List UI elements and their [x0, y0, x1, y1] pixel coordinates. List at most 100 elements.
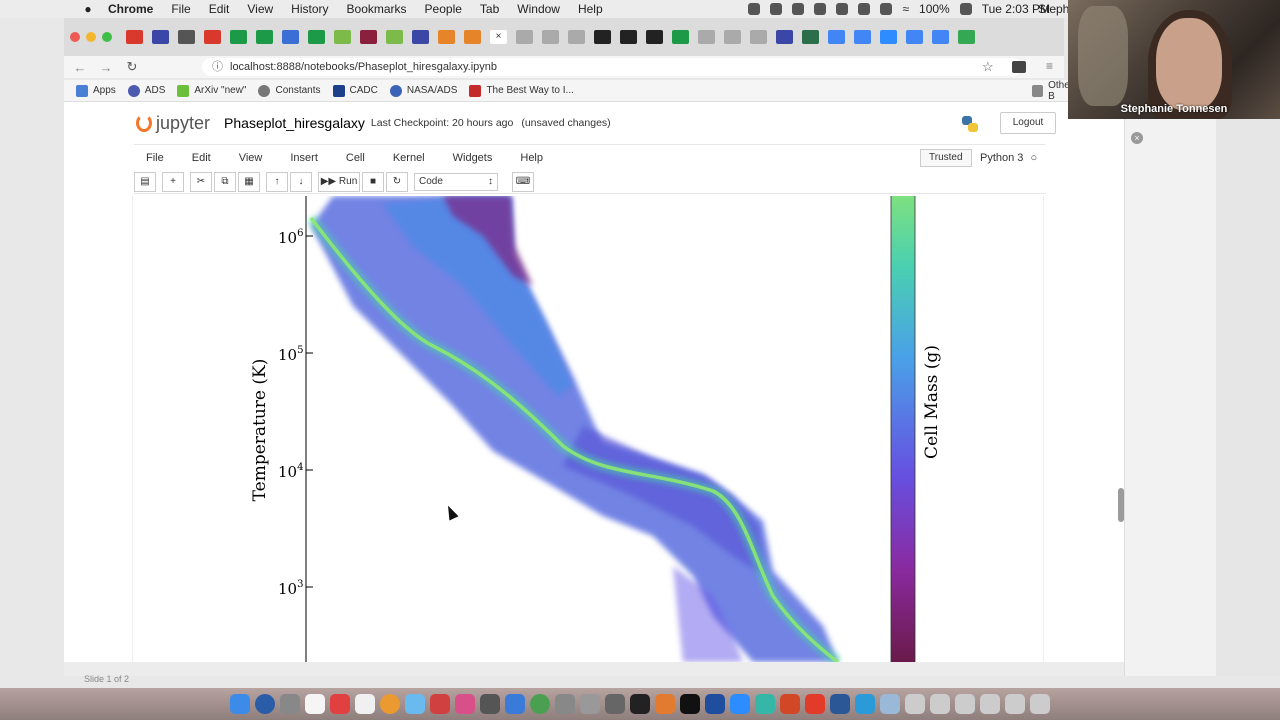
blocked-icon[interactable] [430, 694, 450, 714]
menu-history[interactable]: History [291, 2, 328, 16]
menu-tab[interactable]: Tab [480, 2, 499, 16]
dropbox-icon[interactable] [748, 3, 761, 15]
jupyter-logo[interactable]: jupyter [136, 113, 210, 134]
folder-dock-icon[interactable] [1005, 694, 1025, 714]
tab-refresh-icon[interactable] [386, 30, 403, 44]
tab-camera-icon[interactable] [178, 30, 195, 44]
menu-file[interactable]: File [171, 2, 190, 16]
extension-icon[interactable] [1012, 61, 1026, 73]
bookmark-star-icon[interactable]: ☆ [982, 59, 994, 75]
tab-refresh-icon[interactable] [334, 30, 351, 44]
sync-icon[interactable] [814, 3, 827, 15]
bookmark-apps[interactable]: Apps [76, 84, 116, 97]
menu-window[interactable]: Window [517, 2, 560, 16]
insert-cell-button[interactable]: + [162, 171, 184, 192]
bookmark-best-way[interactable]: The Best Way to I... [469, 84, 574, 97]
tab-github-icon[interactable] [620, 30, 637, 44]
launchpad-icon[interactable] [280, 694, 300, 714]
back-icon[interactable]: ← [70, 60, 90, 75]
move-up-button[interactable]: ↑ [266, 171, 288, 192]
tab-yt-icon[interactable] [568, 30, 585, 44]
acrobat-icon[interactable] [805, 694, 825, 714]
app-icon[interactable] [755, 694, 775, 714]
close-window-icon[interactable] [70, 32, 80, 42]
tab-ads-icon[interactable] [776, 30, 793, 44]
bookmark-nasa-ads[interactable]: NASA/ADS [389, 84, 457, 97]
url-bar[interactable]: ⓘ localhost:8888/notebooks/Phaseplot_hir… [202, 58, 1022, 76]
chrome-icon[interactable] [530, 694, 550, 714]
app-store-icon[interactable] [505, 694, 525, 714]
tab-map-icon[interactable] [802, 30, 819, 44]
menubar-user[interactable]: Steph [1038, 2, 1069, 16]
nb-menu-file[interactable]: File [146, 152, 164, 164]
run-button[interactable]: ▶▶ Run [318, 171, 360, 192]
cut-button[interactable]: ✂ [190, 171, 212, 192]
zoom-window-icon[interactable] [102, 32, 112, 42]
tab-calendar-icon[interactable] [282, 30, 299, 44]
tab-jupyter-icon[interactable] [464, 30, 481, 44]
forward-icon[interactable]: → [96, 60, 116, 75]
activity-icon[interactable] [605, 694, 625, 714]
terminal-icon[interactable] [680, 694, 700, 714]
notes-icon[interactable] [305, 694, 325, 714]
tab-github-icon[interactable] [594, 30, 611, 44]
nb-menu-edit[interactable]: Edit [192, 152, 211, 164]
tab-ads-icon[interactable] [152, 30, 169, 44]
screen-icon[interactable] [836, 3, 849, 15]
cell-type-select[interactable]: Code ↕ [414, 172, 498, 191]
apple-menu-icon[interactable]: ● [78, 2, 98, 16]
nb-menu-kernel[interactable]: Kernel [393, 152, 425, 164]
tab-close-icon[interactable]: × [490, 30, 507, 44]
menu-app-name[interactable]: Chrome [108, 2, 153, 16]
bookmark-cadc[interactable]: CADC [332, 84, 378, 97]
search-app-icon[interactable] [705, 694, 725, 714]
calendar-status-icon[interactable] [858, 3, 871, 15]
finder-icon[interactable] [230, 694, 250, 714]
tab-maps-icon[interactable] [958, 30, 975, 44]
bookmark-constants[interactable]: Constants [258, 84, 321, 97]
copy-button[interactable]: ⧉ [214, 171, 236, 192]
skype-app-icon[interactable] [855, 694, 875, 714]
move-down-button[interactable]: ↓ [290, 171, 312, 192]
firefox-icon[interactable] [655, 694, 675, 714]
extension-menu-icon[interactable]: ≡ [1046, 59, 1053, 73]
folder-dock-icon[interactable] [955, 694, 975, 714]
site-info-icon[interactable]: ⓘ [212, 58, 223, 76]
logout-button[interactable]: Logout [1000, 112, 1056, 134]
calendar-icon[interactable] [330, 694, 350, 714]
tab-yt-icon[interactable] [516, 30, 533, 44]
keyboard-status-icon[interactable] [880, 3, 893, 15]
tab-sheets-icon[interactable] [672, 30, 689, 44]
tab-jupyter-icon[interactable] [438, 30, 455, 44]
word-icon[interactable] [830, 694, 850, 714]
folder-dock-icon[interactable] [905, 694, 925, 714]
interrupt-button[interactable]: ■ [362, 171, 384, 192]
nb-menu-widgets[interactable]: Widgets [453, 152, 493, 164]
preview-icon[interactable] [555, 694, 575, 714]
close-panel-icon[interactable]: × [1131, 132, 1143, 144]
tab-hex-icon[interactable] [360, 30, 377, 44]
menu-view[interactable]: View [247, 2, 273, 16]
settings-icon[interactable] [480, 694, 500, 714]
trash-icon[interactable] [1030, 694, 1050, 714]
powerpoint-icon[interactable] [780, 694, 800, 714]
tab-ads-icon[interactable] [412, 30, 429, 44]
minimize-window-icon[interactable] [86, 32, 96, 42]
paste-button[interactable]: ▦ [238, 171, 260, 192]
tab-sheets-icon[interactable] [308, 30, 325, 44]
page-scrollbar-thumb[interactable] [1118, 488, 1124, 522]
tab-yt-icon[interactable] [724, 30, 741, 44]
nb-menu-cell[interactable]: Cell [346, 152, 365, 164]
safari-icon[interactable] [255, 694, 275, 714]
reload-icon[interactable]: ↻ [122, 59, 142, 75]
zoom-app-icon[interactable] [730, 694, 750, 714]
chrome-status-icon[interactable] [770, 3, 783, 15]
tab-yt-icon[interactable] [750, 30, 767, 44]
tab-google-icon[interactable] [932, 30, 949, 44]
wifi-icon[interactable]: ≈ [902, 2, 909, 16]
menu-bookmarks[interactable]: Bookmarks [347, 2, 407, 16]
menu-help[interactable]: Help [578, 2, 603, 16]
bookmark-arxiv[interactable]: ArXiv "new" [177, 84, 246, 97]
tab-google-icon[interactable] [906, 30, 923, 44]
tab-zoom-icon[interactable] [880, 30, 897, 44]
